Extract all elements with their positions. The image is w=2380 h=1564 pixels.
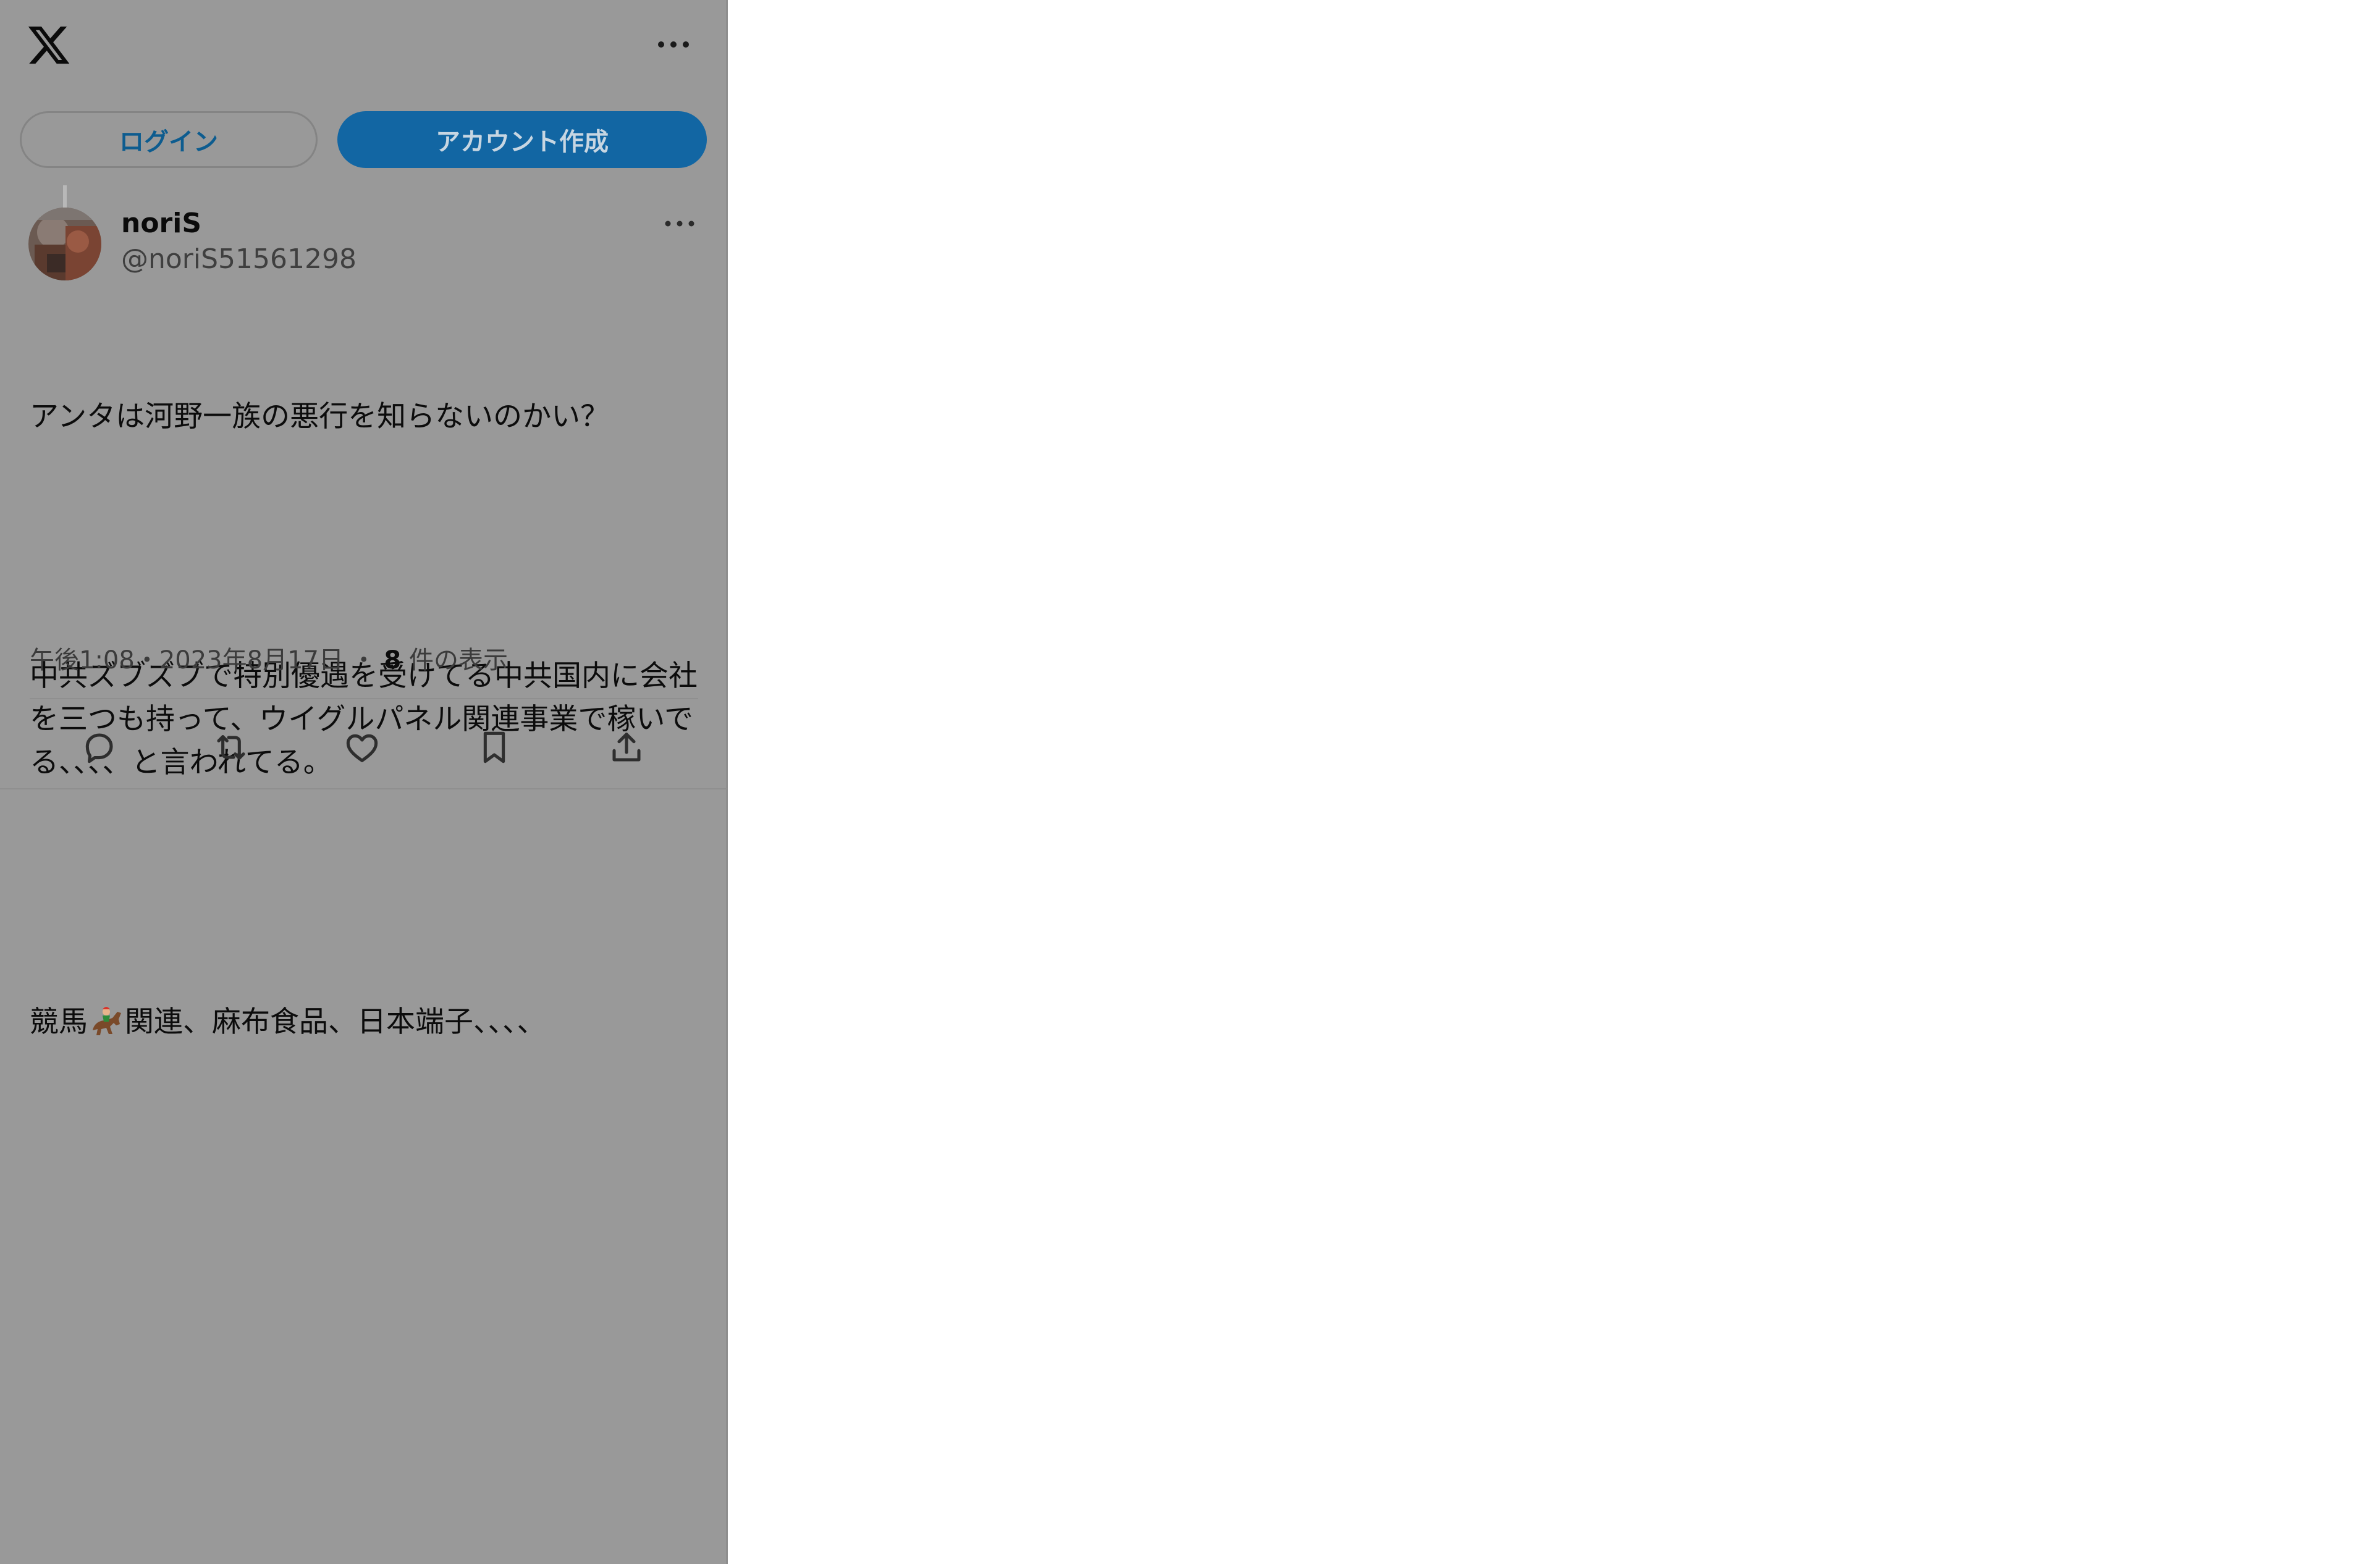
thread-line bbox=[63, 185, 67, 210]
timestamp[interactable]: 午後1:08・2023年8月17日 bbox=[30, 646, 344, 675]
x-logo-icon[interactable] bbox=[26, 22, 72, 68]
divider bbox=[30, 698, 698, 699]
tweet-meta: 午後1:08・2023年8月17日 ・ 8 件の表示 bbox=[30, 640, 508, 676]
avatar[interactable] bbox=[28, 208, 101, 280]
heart-icon[interactable] bbox=[342, 728, 382, 767]
tweet-text-segment: 関連、麻布食品、日本端子、、、、 bbox=[125, 1005, 546, 1039]
tweet-text-line: アンタは河野一族の悪行を知らないのかい？ bbox=[30, 400, 610, 434]
login-button[interactable]: ログイン bbox=[20, 111, 318, 168]
tweet-panel: ログイン アカウント作成 noriS @noriS51561298 アンタは河野… bbox=[0, 0, 728, 1564]
tweet-text-segment: 競馬 bbox=[30, 1005, 88, 1039]
meta-separator: ・ bbox=[351, 646, 376, 675]
retweet-icon[interactable] bbox=[211, 728, 251, 767]
view-count: 8 bbox=[384, 646, 402, 675]
bookmark-icon[interactable] bbox=[475, 728, 514, 767]
display-name[interactable]: noriS bbox=[121, 208, 201, 239]
top-bar bbox=[0, 0, 728, 93]
tweet-text-paragraph: 競馬 関連、麻布食品、日本端子、、、、 bbox=[30, 1001, 703, 1044]
divider bbox=[0, 788, 728, 789]
reply-icon[interactable] bbox=[79, 728, 119, 767]
tweet-text: アンタは河野一族の悪行を知らないのかい？ 中共ズブズブで特別優遇を受けてる中共国… bbox=[30, 309, 703, 1130]
tweet-more-icon[interactable] bbox=[662, 212, 697, 235]
more-horizontal-icon[interactable] bbox=[655, 32, 692, 57]
create-account-button[interactable]: アカウント作成 bbox=[337, 111, 707, 168]
user-handle[interactable]: @noriS51561298 bbox=[121, 243, 357, 275]
share-icon[interactable] bbox=[607, 728, 646, 767]
view-count-label: 件の表示 bbox=[401, 646, 508, 675]
horse-racing-emoji bbox=[88, 1003, 125, 1038]
